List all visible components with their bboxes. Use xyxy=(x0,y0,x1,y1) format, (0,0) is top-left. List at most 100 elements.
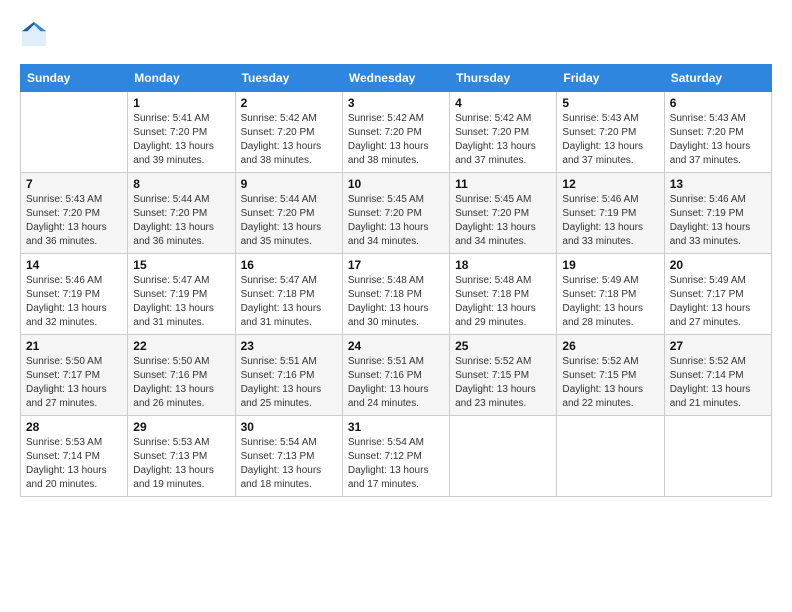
day-info: Sunrise: 5:51 AMSunset: 7:16 PMDaylight:… xyxy=(241,355,337,411)
day-info: Sunrise: 5:44 AMSunset: 7:20 PMDaylight:… xyxy=(241,193,337,249)
calendar-cell: 4 Sunrise: 5:42 AMSunset: 7:20 PMDaylight… xyxy=(450,92,557,173)
calendar-cell: 23 Sunrise: 5:51 AMSunset: 7:16 PMDayligh… xyxy=(235,335,342,416)
day-number: 31 xyxy=(348,420,444,434)
day-number: 18 xyxy=(455,258,551,272)
calendar-cell xyxy=(557,416,664,497)
day-number: 30 xyxy=(241,420,337,434)
calendar-cell: 1Sunrise: 5:41 AMSunset: 7:20 PMDaylight… xyxy=(128,92,235,173)
day-info: Sunrise: 5:53 AMSunset: 7:13 PMDaylight:… xyxy=(133,436,229,492)
column-header-sunday: Sunday xyxy=(21,65,128,92)
day-info: Sunrise: 5:42 AMSunset: 7:20 PMDaylight:… xyxy=(455,112,551,168)
day-number: 13 xyxy=(670,177,766,191)
calendar-table: SundayMondayTuesdayWednesdayThursdayFrid… xyxy=(20,64,772,497)
day-number: 7 xyxy=(26,177,122,191)
day-info: Sunrise: 5:42 AMSunset: 7:20 PMDaylight:… xyxy=(241,112,337,168)
day-info: Sunrise: 5:41 AMSunset: 7:20 PMDaylight:… xyxy=(133,112,229,168)
calendar-cell: 30 Sunrise: 5:54 AMSunset: 7:13 PMDayligh… xyxy=(235,416,342,497)
calendar-cell: 8Sunrise: 5:44 AMSunset: 7:20 PMDaylight… xyxy=(128,173,235,254)
day-info: Sunrise: 5:52 AMSunset: 7:15 PMDaylight:… xyxy=(455,355,551,411)
calendar-cell: 15 Sunrise: 5:47 AMSunset: 7:19 PMDayligh… xyxy=(128,254,235,335)
day-number: 12 xyxy=(562,177,658,191)
day-number: 5 xyxy=(562,96,658,110)
calendar-cell: 5 Sunrise: 5:43 AMSunset: 7:20 PMDaylight… xyxy=(557,92,664,173)
column-header-friday: Friday xyxy=(557,65,664,92)
day-number: 17 xyxy=(348,258,444,272)
day-info: Sunrise: 5:51 AMSunset: 7:16 PMDaylight:… xyxy=(348,355,444,411)
day-number: 25 xyxy=(455,339,551,353)
calendar-cell: 25 Sunrise: 5:52 AMSunset: 7:15 PMDayligh… xyxy=(450,335,557,416)
day-info: Sunrise: 5:43 AMSunset: 7:20 PMDaylight:… xyxy=(670,112,766,168)
logo-icon xyxy=(20,20,48,48)
day-info: Sunrise: 5:46 AMSunset: 7:19 PMDaylight:… xyxy=(670,193,766,249)
day-info: Sunrise: 5:50 AMSunset: 7:16 PMDaylight:… xyxy=(133,355,229,411)
day-info: Sunrise: 5:52 AMSunset: 7:14 PMDaylight:… xyxy=(670,355,766,411)
day-number: 15 xyxy=(133,258,229,272)
calendar-cell: 28 Sunrise: 5:53 AMSunset: 7:14 PMDayligh… xyxy=(21,416,128,497)
column-header-wednesday: Wednesday xyxy=(342,65,449,92)
day-info: Sunrise: 5:45 AMSunset: 7:20 PMDaylight:… xyxy=(348,193,444,249)
calendar-cell: 29 Sunrise: 5:53 AMSunset: 7:13 PMDayligh… xyxy=(128,416,235,497)
calendar-cell: 6 Sunrise: 5:43 AMSunset: 7:20 PMDaylight… xyxy=(664,92,771,173)
calendar-cell xyxy=(664,416,771,497)
day-info: Sunrise: 5:43 AMSunset: 7:20 PMDaylight:… xyxy=(562,112,658,168)
day-number: 11 xyxy=(455,177,551,191)
day-info: Sunrise: 5:47 AMSunset: 7:19 PMDaylight:… xyxy=(133,274,229,330)
calendar-cell: 31 Sunrise: 5:54 AMSunset: 7:12 PMDayligh… xyxy=(342,416,449,497)
day-number: 27 xyxy=(670,339,766,353)
calendar-week-row: 21Sunrise: 5:50 AMSunset: 7:17 PMDayligh… xyxy=(21,335,772,416)
column-header-thursday: Thursday xyxy=(450,65,557,92)
day-number: 4 xyxy=(455,96,551,110)
calendar-cell: 11 Sunrise: 5:45 AMSunset: 7:20 PMDayligh… xyxy=(450,173,557,254)
calendar-cell: 20 Sunrise: 5:49 AMSunset: 7:17 PMDayligh… xyxy=(664,254,771,335)
day-info: Sunrise: 5:54 AMSunset: 7:13 PMDaylight:… xyxy=(241,436,337,492)
calendar-cell: 22 Sunrise: 5:50 AMSunset: 7:16 PMDayligh… xyxy=(128,335,235,416)
calendar-cell: 24 Sunrise: 5:51 AMSunset: 7:16 PMDayligh… xyxy=(342,335,449,416)
day-info: Sunrise: 5:45 AMSunset: 7:20 PMDaylight:… xyxy=(455,193,551,249)
calendar-cell xyxy=(21,92,128,173)
day-number: 29 xyxy=(133,420,229,434)
calendar-cell: 10Sunrise: 5:45 AMSunset: 7:20 PMDayligh… xyxy=(342,173,449,254)
day-number: 21 xyxy=(26,339,122,353)
calendar-header-row: SundayMondayTuesdayWednesdayThursdayFrid… xyxy=(21,65,772,92)
calendar-cell xyxy=(450,416,557,497)
day-info: Sunrise: 5:46 AMSunset: 7:19 PMDaylight:… xyxy=(26,274,122,330)
day-info: Sunrise: 5:54 AMSunset: 7:12 PMDaylight:… xyxy=(348,436,444,492)
calendar-cell: 14 Sunrise: 5:46 AMSunset: 7:19 PMDayligh… xyxy=(21,254,128,335)
day-number: 19 xyxy=(562,258,658,272)
day-number: 24 xyxy=(348,339,444,353)
page-header xyxy=(20,20,772,48)
calendar-cell: 16Sunrise: 5:47 AMSunset: 7:18 PMDayligh… xyxy=(235,254,342,335)
day-number: 16 xyxy=(241,258,337,272)
day-number: 20 xyxy=(670,258,766,272)
logo xyxy=(20,20,52,48)
column-header-saturday: Saturday xyxy=(664,65,771,92)
calendar-week-row: 7Sunrise: 5:43 AMSunset: 7:20 PMDaylight… xyxy=(21,173,772,254)
calendar-week-row: 14 Sunrise: 5:46 AMSunset: 7:19 PMDayligh… xyxy=(21,254,772,335)
calendar-cell: 13 Sunrise: 5:46 AMSunset: 7:19 PMDayligh… xyxy=(664,173,771,254)
calendar-cell: 3 Sunrise: 5:42 AMSunset: 7:20 PMDaylight… xyxy=(342,92,449,173)
calendar-cell: 27 Sunrise: 5:52 AMSunset: 7:14 PMDayligh… xyxy=(664,335,771,416)
calendar-cell: 7Sunrise: 5:43 AMSunset: 7:20 PMDaylight… xyxy=(21,173,128,254)
calendar-cell: 17Sunrise: 5:48 AMSunset: 7:18 PMDayligh… xyxy=(342,254,449,335)
day-number: 2 xyxy=(241,96,337,110)
day-info: Sunrise: 5:46 AMSunset: 7:19 PMDaylight:… xyxy=(562,193,658,249)
day-info: Sunrise: 5:49 AMSunset: 7:18 PMDaylight:… xyxy=(562,274,658,330)
day-number: 14 xyxy=(26,258,122,272)
calendar-week-row: 28 Sunrise: 5:53 AMSunset: 7:14 PMDayligh… xyxy=(21,416,772,497)
day-number: 9 xyxy=(241,177,337,191)
day-number: 23 xyxy=(241,339,337,353)
day-number: 3 xyxy=(348,96,444,110)
day-number: 6 xyxy=(670,96,766,110)
day-number: 22 xyxy=(133,339,229,353)
day-info: Sunrise: 5:44 AMSunset: 7:20 PMDaylight:… xyxy=(133,193,229,249)
calendar-cell: 26Sunrise: 5:52 AMSunset: 7:15 PMDayligh… xyxy=(557,335,664,416)
column-header-monday: Monday xyxy=(128,65,235,92)
day-info: Sunrise: 5:42 AMSunset: 7:20 PMDaylight:… xyxy=(348,112,444,168)
day-info: Sunrise: 5:49 AMSunset: 7:17 PMDaylight:… xyxy=(670,274,766,330)
column-header-tuesday: Tuesday xyxy=(235,65,342,92)
day-number: 28 xyxy=(26,420,122,434)
day-info: Sunrise: 5:48 AMSunset: 7:18 PMDaylight:… xyxy=(455,274,551,330)
calendar-week-row: 1Sunrise: 5:41 AMSunset: 7:20 PMDaylight… xyxy=(21,92,772,173)
day-info: Sunrise: 5:53 AMSunset: 7:14 PMDaylight:… xyxy=(26,436,122,492)
day-info: Sunrise: 5:52 AMSunset: 7:15 PMDaylight:… xyxy=(562,355,658,411)
